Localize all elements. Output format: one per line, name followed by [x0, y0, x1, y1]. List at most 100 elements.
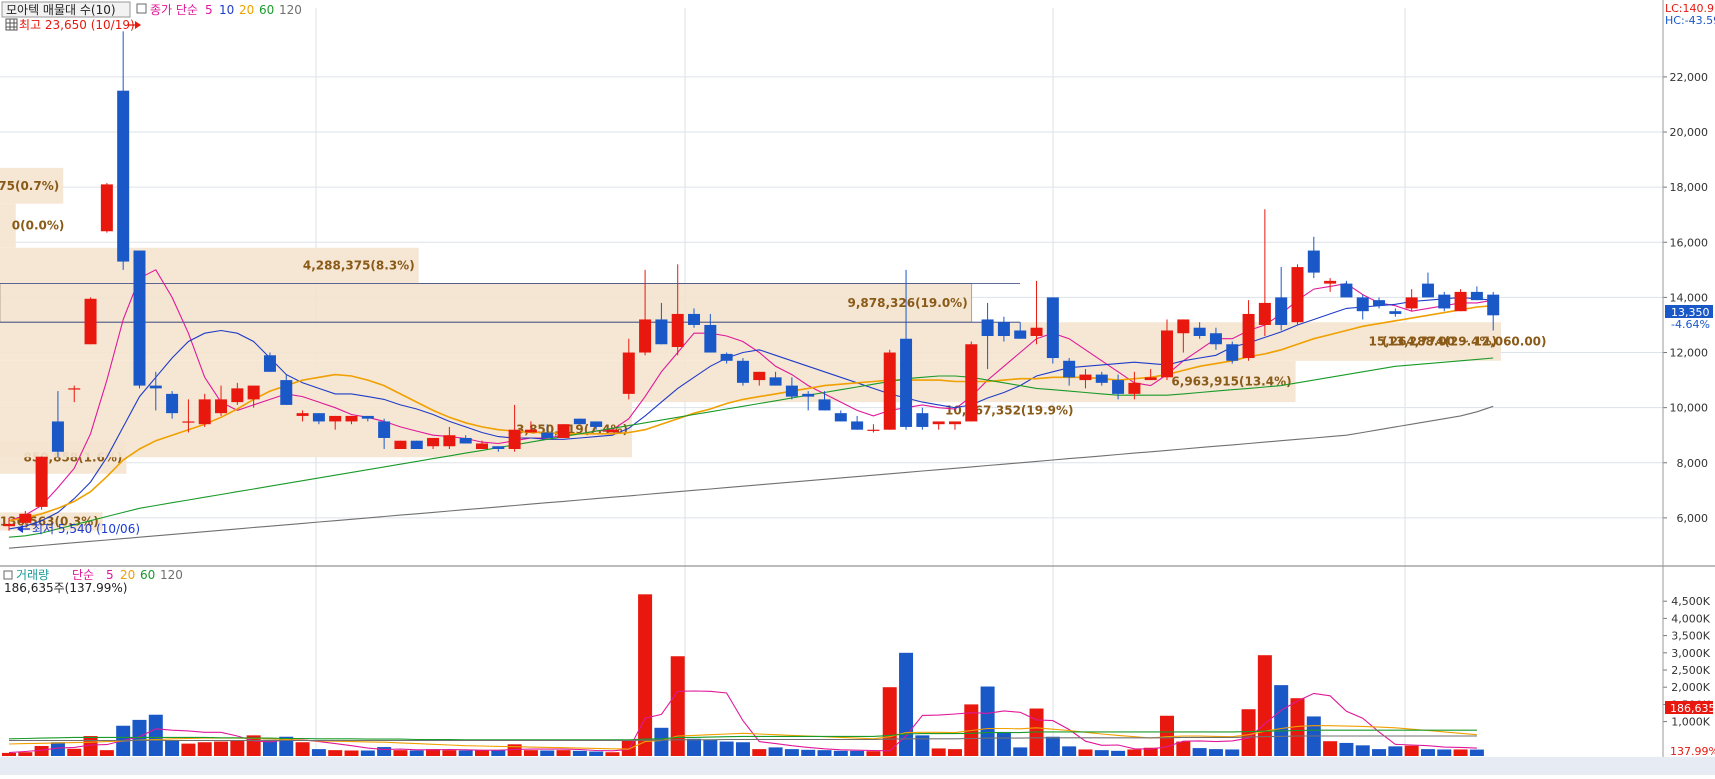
volume-bar: [931, 748, 946, 756]
candle-body: [51, 421, 64, 452]
volume-current-value: 186,635주(137.99%): [4, 581, 127, 595]
volume-bar: [214, 741, 229, 756]
volume-bar: [1127, 749, 1142, 756]
candle-body: [378, 421, 391, 438]
volume-ma-legend-120: 120: [160, 568, 183, 582]
candle-body: [427, 437, 440, 447]
candle-body: [1226, 344, 1239, 361]
candle-body: [622, 352, 635, 394]
candle: [1438, 291, 1451, 312]
volume-bar: [1404, 745, 1419, 756]
volume-bar: [1225, 749, 1240, 756]
candle: [1046, 297, 1059, 364]
candle-body: [1030, 327, 1043, 336]
candle-body: [1373, 300, 1386, 306]
volume-bar: [181, 743, 196, 756]
candle-body: [867, 429, 880, 431]
volume-profile-bar: [0, 283, 973, 323]
volume-bar: [670, 656, 685, 756]
candle: [573, 418, 586, 425]
volume-bar: [409, 750, 424, 756]
candle: [1226, 341, 1239, 364]
volume-profile-label: 0(0.0%): [12, 219, 65, 233]
candle: [263, 352, 276, 372]
low-price-annotation: 최저 5,540 (10/06): [32, 522, 140, 536]
volume-bar: [1078, 749, 1093, 756]
candle-body: [606, 429, 619, 433]
volume-bar: [654, 727, 669, 756]
candle-body: [851, 421, 864, 430]
volume-legend-title: 거래량: [16, 568, 49, 582]
ma-legend-5: 5: [205, 3, 213, 17]
candle-body: [1144, 377, 1157, 381]
candle-body: [1258, 302, 1271, 325]
chart-canvas[interactable]: 136,563(0.3%)850,858(1.6%)3,850,219(7.4%…: [0, 0, 1715, 775]
candle: [84, 297, 97, 345]
candle-body: [3, 523, 15, 527]
candle-body: [981, 319, 994, 336]
candle-body: [1438, 294, 1451, 309]
volume-legend-checkbox-icon[interactable]: [3, 570, 13, 580]
price-tick-label: 10,000: [1670, 402, 1709, 415]
candle-body: [100, 184, 113, 232]
candle: [133, 250, 146, 389]
candle: [557, 424, 570, 438]
volume-bar: [1388, 746, 1403, 756]
candle-body: [1095, 374, 1108, 383]
volume-bar: [1274, 685, 1289, 756]
date-axis-bg: [0, 757, 1715, 775]
volume-bar: [589, 751, 604, 756]
volume-bar: [833, 750, 848, 756]
volume-profile-label: 355,075(0.7%): [0, 179, 59, 193]
volume-bar: [491, 750, 506, 756]
volume-bar: [328, 750, 343, 756]
candle-body: [1112, 380, 1125, 394]
candle-body: [916, 413, 929, 427]
candle-body: [263, 355, 276, 372]
candle-body: [671, 313, 684, 348]
candle-body: [590, 421, 603, 427]
volume-bar: [295, 742, 310, 756]
candle-body: [720, 353, 733, 361]
candle-body: [1291, 267, 1304, 323]
volume-pct-value: 137.99%: [1670, 745, 1715, 758]
volume-bar: [703, 739, 718, 756]
volume-bar: [980, 686, 995, 756]
volume-bar: [523, 750, 538, 756]
ma-legend-20: 20: [239, 3, 254, 17]
grid-table-icon[interactable]: [5, 18, 18, 31]
candle-body: [68, 388, 81, 390]
candle-body: [541, 432, 554, 438]
volume-bar: [458, 750, 473, 756]
price-tick-label: 6,000: [1677, 512, 1709, 525]
candle-body: [1340, 283, 1353, 298]
candle-body: [1063, 360, 1076, 378]
volume-ma-legend-5: 5: [106, 568, 114, 582]
hc-label: HC:-43.59: [1665, 14, 1715, 27]
candle: [736, 358, 749, 386]
candle-body: [834, 413, 847, 422]
candle-body: [345, 415, 358, 422]
candle-body: [655, 319, 668, 345]
volume-profile-bar: [0, 322, 1501, 361]
candle-body: [84, 298, 97, 345]
ma-legend-10: 10: [219, 3, 234, 17]
volume-bar: [148, 714, 163, 756]
price-tick-label: 18,000: [1670, 181, 1709, 194]
volume-bar: [768, 747, 783, 756]
candle-body: [1356, 297, 1369, 312]
volume-bar: [866, 751, 881, 756]
volume-bar: [947, 749, 962, 756]
legend-checkbox-icon[interactable]: [136, 3, 147, 14]
volume-bar: [996, 731, 1011, 756]
candle-body: [997, 322, 1010, 336]
candle: [1291, 264, 1304, 325]
candle-body: [149, 385, 162, 389]
volume-bar: [1045, 736, 1060, 756]
candle-body: [948, 421, 961, 425]
volume-bar: [735, 742, 750, 756]
volume-bar: [360, 750, 375, 756]
candle-body: [443, 435, 456, 447]
volume-bar: [393, 750, 408, 756]
candle-body: [247, 385, 260, 400]
